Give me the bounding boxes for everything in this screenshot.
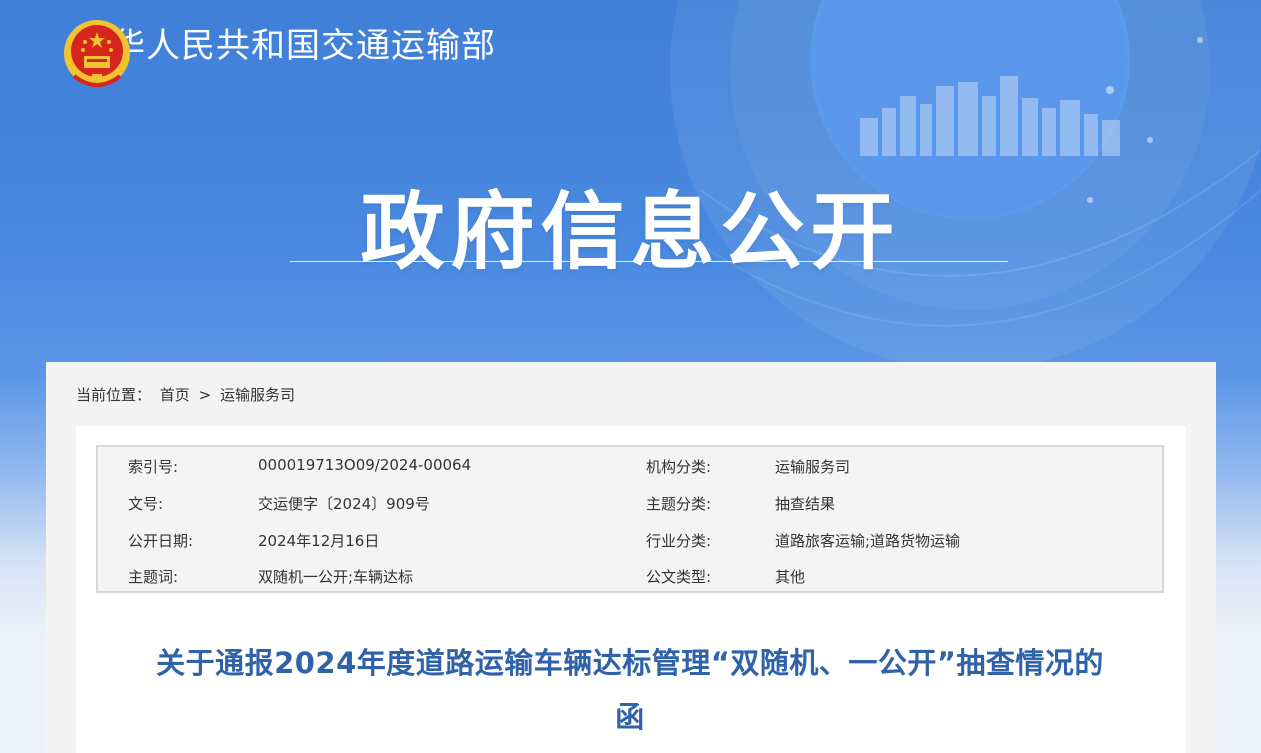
publish-date-label: 公开日期: xyxy=(128,532,194,550)
breadcrumb: 当前位置： 首页 > 运输服务司 xyxy=(76,384,299,405)
topic-category-label: 主题分类: xyxy=(646,495,712,513)
metadata-row: 公开日期: 2024年12月16日 行业分类: 道路旅客运输;道路货物运输 xyxy=(98,521,1162,557)
metadata-row: 文号: 交运便字〔2024〕909号 主题分类: 抽查结果 xyxy=(98,484,1162,520)
document-number-value: 交运便字〔2024〕909号 xyxy=(258,495,430,513)
document-type-value: 其他 xyxy=(775,568,806,586)
agency-category-value: 运输服务司 xyxy=(775,458,851,476)
national-emblem-icon xyxy=(64,20,130,87)
publish-date-value: 2024年12月16日 xyxy=(258,532,380,550)
metadata-row: 主题词: 双随机一公开;车辆达标 公文类型: 其他 xyxy=(98,557,1162,593)
breadcrumb-home-link[interactable]: 首页 xyxy=(160,386,190,404)
banner-divider xyxy=(290,261,1008,262)
agency-category-label: 机构分类: xyxy=(646,458,712,476)
banner-title: 政府信息公开 xyxy=(360,183,901,281)
breadcrumb-label: 当前位置： xyxy=(76,386,152,404)
industry-category-label: 行业分类: xyxy=(646,532,712,550)
article-title-line: 函 xyxy=(615,700,645,734)
article-title: 关于通报2024年度道路运输车辆达标管理“双随机、一公开”抽查情况的 函 xyxy=(96,636,1164,744)
site-name: 中华人民共和国交通运输部 xyxy=(76,26,496,66)
index-number-value: 000019713O09/2024-00064 xyxy=(258,456,472,474)
breadcrumb-current-link[interactable]: 运输服务司 xyxy=(220,386,295,404)
metadata-table: 索引号: 000019713O09/2024-00064 机构分类: 运输服务司… xyxy=(96,445,1164,593)
index-number-label: 索引号: xyxy=(128,458,179,476)
content-panel: 当前位置： 首页 > 运输服务司 索引号: 000019713O09/2024-… xyxy=(46,362,1216,753)
industry-category-value: 道路旅客运输;道路货物运输 xyxy=(775,532,961,550)
article: 索引号: 000019713O09/2024-00064 机构分类: 运输服务司… xyxy=(76,426,1186,753)
topic-category-value: 抽查结果 xyxy=(775,495,836,513)
document-number-label: 文号: xyxy=(128,495,164,513)
metadata-row: 索引号: 000019713O09/2024-00064 机构分类: 运输服务司 xyxy=(98,447,1162,483)
document-type-label: 公文类型: xyxy=(646,568,712,586)
keywords-label: 主题词: xyxy=(128,568,179,586)
keywords-value: 双随机一公开;车辆达标 xyxy=(258,568,414,586)
site-logo[interactable]: 中华人民共和国交通运输部 xyxy=(62,18,496,87)
breadcrumb-separator: > xyxy=(198,386,212,404)
article-title-line: 关于通报2024年度道路运输车辆达标管理“双随机、一公开”抽查情况的 xyxy=(156,646,1104,680)
